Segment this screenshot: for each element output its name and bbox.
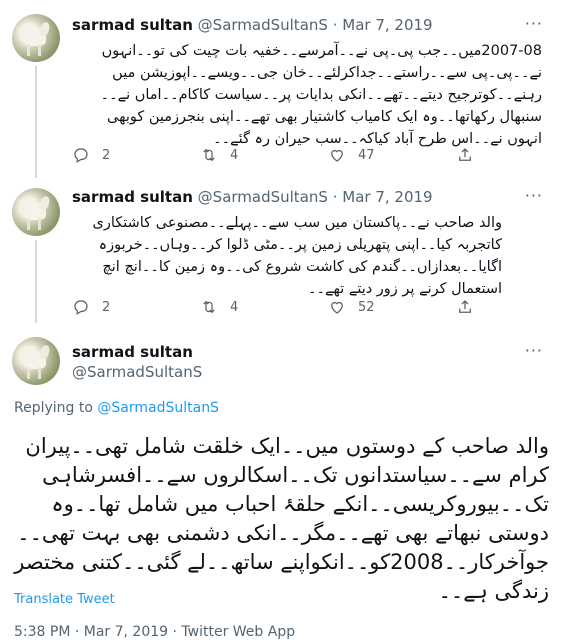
tweet-2[interactable]: sarmad sultan @SarmadSultanS · Mar 7, 20…: [0, 178, 563, 323]
share-icon: [459, 300, 471, 313]
more-icon[interactable]: ···: [525, 14, 543, 33]
replying-to-link[interactable]: @SarmadSultanS: [97, 400, 219, 416]
replying-prefix: Replying to: [14, 400, 98, 416]
retweet-button[interactable]: 4: [200, 298, 328, 316]
horse-leg: [38, 218, 41, 230]
tweet-date[interactable]: Mar 7, 2019: [342, 16, 432, 34]
tweet-actions: 2 4 47: [72, 146, 492, 164]
more-icon[interactable]: ···: [525, 186, 543, 205]
share-icon: [459, 148, 471, 161]
horse-head: [37, 20, 52, 38]
thread-line: [35, 66, 37, 178]
horse-leg: [27, 218, 30, 230]
horse-leg: [38, 44, 41, 56]
main-tweet-text: والد صاحب کے دوستوں میں۔۔ایک خلقت شامل ت…: [14, 434, 549, 603]
avatar[interactable]: [12, 14, 60, 62]
like-count: 47: [358, 147, 375, 163]
separator: ·: [332, 188, 338, 206]
reply-count: 2: [102, 147, 111, 163]
tweet-date[interactable]: Mar 7, 2019: [342, 188, 432, 206]
horse-leg: [38, 367, 41, 379]
share-button[interactable]: [456, 146, 486, 164]
tweet-text: والد صاحب نے۔۔پاکستان میں سب سے۔۔پہلے۔۔م…: [92, 215, 503, 297]
like-count: 52: [358, 299, 375, 315]
main-display-name[interactable]: sarmad sultan: [72, 343, 193, 361]
display-name[interactable]: sarmad sultan: [72, 16, 193, 34]
horse-head: [37, 194, 52, 212]
user-handle[interactable]: @SarmadSultanS: [198, 188, 328, 206]
like-icon: [331, 301, 343, 314]
tweet-header: sarmad sultan @SarmadSultanS · Mar 7, 20…: [72, 16, 433, 34]
separator: ·: [332, 16, 338, 34]
share-button[interactable]: [456, 298, 486, 316]
avatar[interactable]: [12, 188, 60, 236]
user-handle[interactable]: @SarmadSultanS: [72, 363, 202, 381]
horse-head: [37, 343, 52, 361]
retweet-count: 4: [230, 299, 239, 315]
retweet-icon: [203, 148, 215, 162]
tweet-header: sarmad sultan @SarmadSultanS · Mar 7, 20…: [72, 188, 433, 206]
replying-to: Replying to @SarmadSultanS: [14, 400, 219, 416]
tweet-text: 2007-08میں۔۔جب پی۔پی نے۔۔آمرسے۔۔خفیہ بات…: [100, 43, 542, 147]
reply-icon: [74, 148, 88, 163]
reply-icon: [74, 300, 88, 315]
thread-line: [35, 240, 37, 323]
horse-leg: [27, 44, 30, 56]
display-name[interactable]: sarmad sultan: [72, 343, 193, 361]
avatar[interactable]: [12, 337, 60, 385]
horse-leg: [27, 367, 30, 379]
like-icon: [331, 149, 343, 162]
like-button[interactable]: 52: [328, 298, 456, 316]
retweet-button[interactable]: 4: [200, 146, 328, 164]
reply-button[interactable]: 2: [72, 146, 200, 164]
more-icon[interactable]: ···: [525, 341, 543, 360]
display-name[interactable]: sarmad sultan: [72, 188, 193, 206]
retweet-icon: [203, 300, 215, 314]
reply-button[interactable]: 2: [72, 298, 200, 316]
user-handle[interactable]: @SarmadSultanS: [198, 16, 328, 34]
main-user-handle[interactable]: @SarmadSultanS: [72, 363, 202, 381]
like-button[interactable]: 47: [328, 146, 456, 164]
tweet-meta[interactable]: 5:38 PM · Mar 7, 2019 · Twitter Web App: [14, 624, 295, 640]
tweet-1[interactable]: sarmad sultan @SarmadSultanS · Mar 7, 20…: [0, 0, 563, 178]
reply-count: 2: [102, 299, 111, 315]
translate-tweet-link[interactable]: Translate Tweet: [14, 592, 115, 607]
tweet-actions: 2 4 52: [72, 298, 492, 316]
retweet-count: 4: [230, 147, 239, 163]
